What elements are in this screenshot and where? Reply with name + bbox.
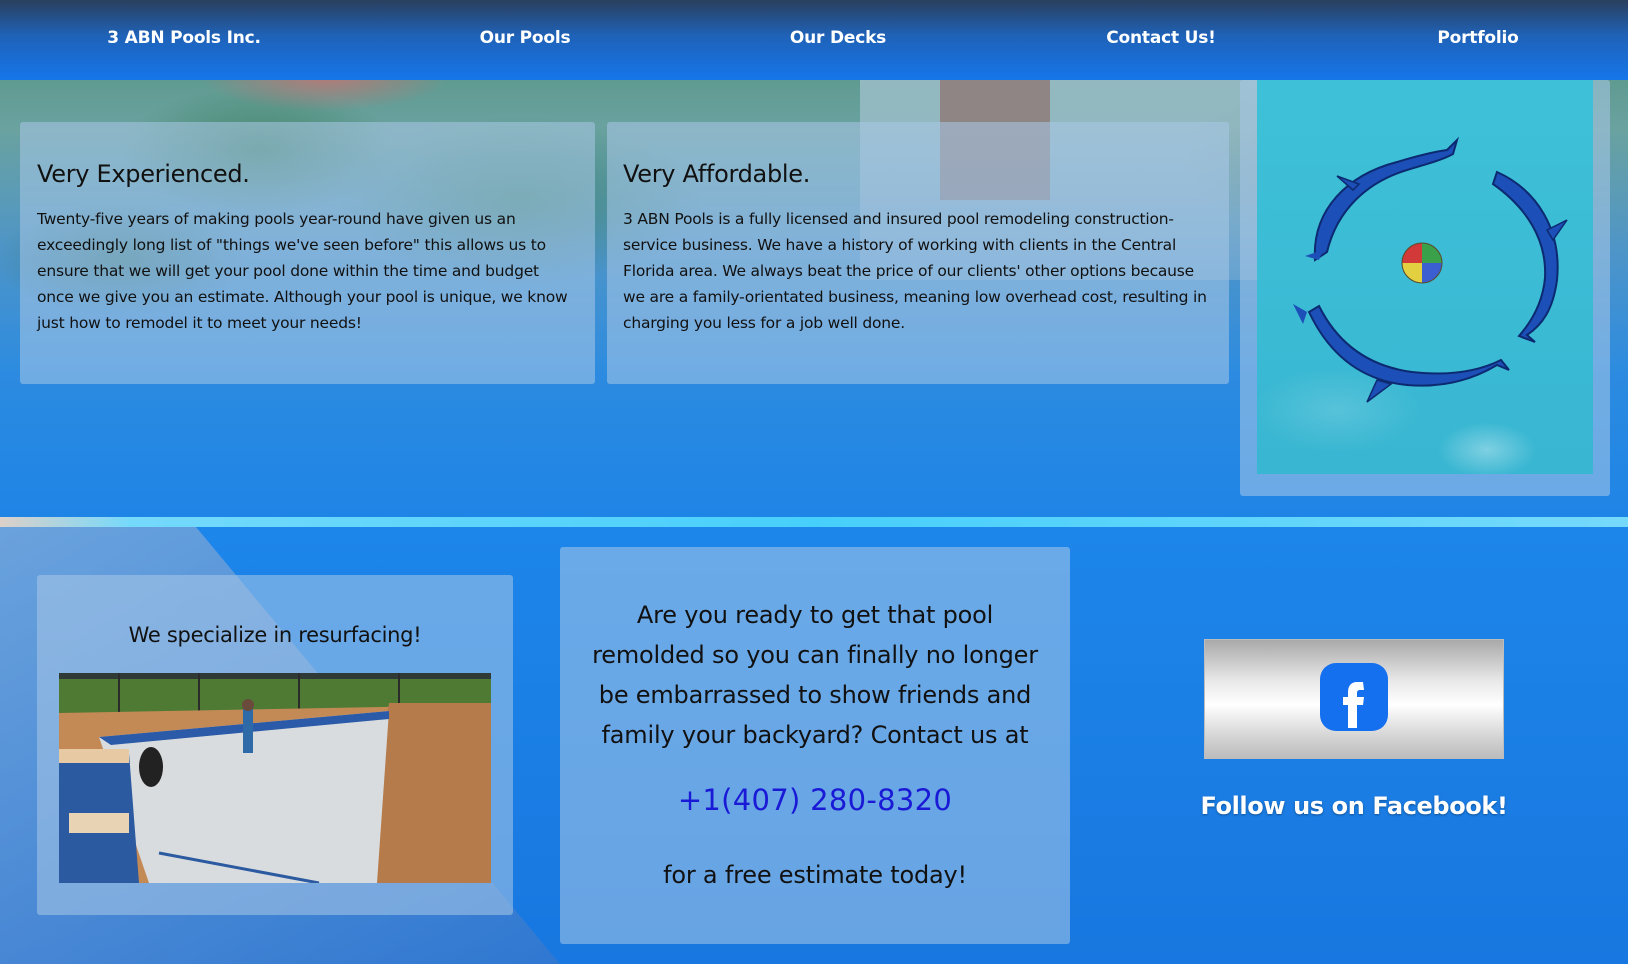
background-umbrella bbox=[200, 76, 450, 112]
dolphin-mosaic-image bbox=[1257, 80, 1593, 474]
affordable-panel: Very Affordable. 3 ABN Pools is a fully … bbox=[607, 122, 1229, 384]
nav-link-portfolio[interactable]: Portfolio bbox=[1437, 28, 1518, 48]
dolphin-graphic bbox=[1305, 136, 1460, 262]
beach-ball-graphic bbox=[1401, 242, 1443, 284]
cta-after-text: for a free estimate today! bbox=[663, 861, 967, 889]
facebook-icon bbox=[1319, 662, 1389, 737]
experienced-panel: Very Experienced. Twenty-five years of m… bbox=[20, 122, 595, 384]
experienced-body: Twenty-five years of making pools year-r… bbox=[37, 210, 568, 332]
facebook-button[interactable] bbox=[1204, 639, 1504, 759]
top-navbar: 3 ABN Pools Inc. Our Pools Our Decks Con… bbox=[0, 0, 1628, 80]
experienced-heading: Very Experienced. bbox=[37, 160, 250, 188]
affordable-body: 3 ABN Pools is a fully licensed and insu… bbox=[623, 210, 1207, 332]
resurfacing-panel: We specialize in resurfacing! bbox=[37, 575, 513, 915]
pool-edge bbox=[0, 517, 1628, 527]
cta-text: Are you ready to get that pool remolded … bbox=[592, 601, 1038, 749]
nav-link-our-pools[interactable]: Our Pools bbox=[480, 28, 571, 48]
resurfacing-caption: We specialize in resurfacing! bbox=[128, 623, 422, 647]
phone-link[interactable]: +1(407) 280-8320 bbox=[560, 783, 1070, 817]
dolphin-graphic bbox=[1491, 170, 1568, 343]
dolphin-graphic bbox=[1293, 304, 1510, 403]
nav-brand-link[interactable]: 3 ABN Pools Inc. bbox=[107, 28, 261, 48]
facebook-follow-link[interactable]: Follow us on Facebook! bbox=[1160, 792, 1548, 820]
contact-cta-panel: Are you ready to get that pool remolded … bbox=[560, 547, 1070, 944]
resurfacing-photo bbox=[59, 673, 491, 883]
nav-link-our-decks[interactable]: Our Decks bbox=[790, 28, 886, 48]
dolphin-image-panel bbox=[1240, 80, 1610, 496]
affordable-heading: Very Affordable. bbox=[623, 160, 811, 188]
nav-link-contact[interactable]: Contact Us! bbox=[1106, 28, 1216, 48]
